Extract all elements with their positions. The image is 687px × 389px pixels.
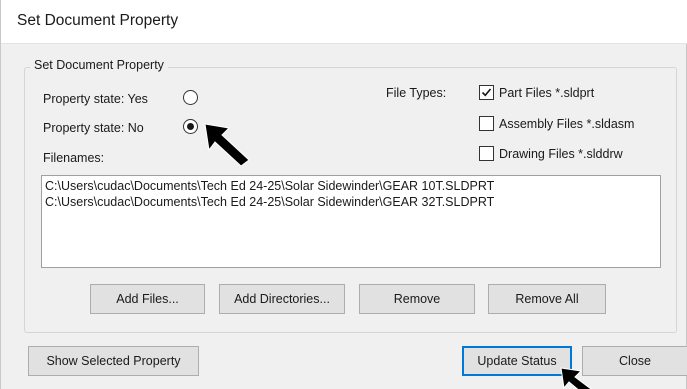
assembly-files-label[interactable]: Assembly Files *.sldasm: [499, 117, 634, 131]
group-title: Set Document Property: [30, 58, 168, 72]
remove-all-button[interactable]: Remove All: [488, 284, 606, 314]
window-title: Set Document Property: [17, 12, 179, 29]
add-files-button[interactable]: Add Files...: [90, 284, 205, 314]
property-state-no-radio[interactable]: [183, 119, 198, 134]
mouse-pointer-arrow-icon: [560, 367, 592, 389]
mouse-pointer-arrow-icon: [204, 123, 250, 167]
set-document-property-dialog: Set Document Property Set Document Prope…: [0, 0, 687, 389]
property-state-yes-label[interactable]: Property state: Yes: [43, 92, 148, 106]
add-directories-button[interactable]: Add Directories...: [219, 284, 345, 314]
checkmark-icon: [481, 88, 492, 97]
list-item[interactable]: C:\Users\cudac\Documents\Tech Ed 24-25\S…: [45, 178, 657, 194]
part-files-checkbox[interactable]: [479, 85, 494, 100]
file-types-label: File Types:: [386, 86, 447, 100]
filenames-listbox[interactable]: C:\Users\cudac\Documents\Tech Ed 24-25\S…: [41, 175, 661, 268]
list-item[interactable]: C:\Users\cudac\Documents\Tech Ed 24-25\S…: [45, 194, 657, 210]
remove-button[interactable]: Remove: [359, 284, 475, 314]
part-files-label[interactable]: Part Files *.sldprt: [499, 86, 594, 100]
drawing-files-label[interactable]: Drawing Files *.slddrw: [499, 147, 623, 161]
assembly-files-checkbox[interactable]: [479, 116, 494, 131]
property-state-no-label[interactable]: Property state: No: [43, 121, 144, 135]
close-button[interactable]: Close: [582, 346, 687, 376]
show-selected-property-button[interactable]: Show Selected Property: [28, 346, 199, 376]
update-status-button[interactable]: Update Status: [462, 346, 572, 376]
drawing-files-checkbox[interactable]: [479, 146, 494, 161]
property-state-yes-radio[interactable]: [183, 90, 198, 105]
title-bar: Set Document Property: [1, 0, 687, 44]
filenames-label: Filenames:: [43, 151, 105, 165]
